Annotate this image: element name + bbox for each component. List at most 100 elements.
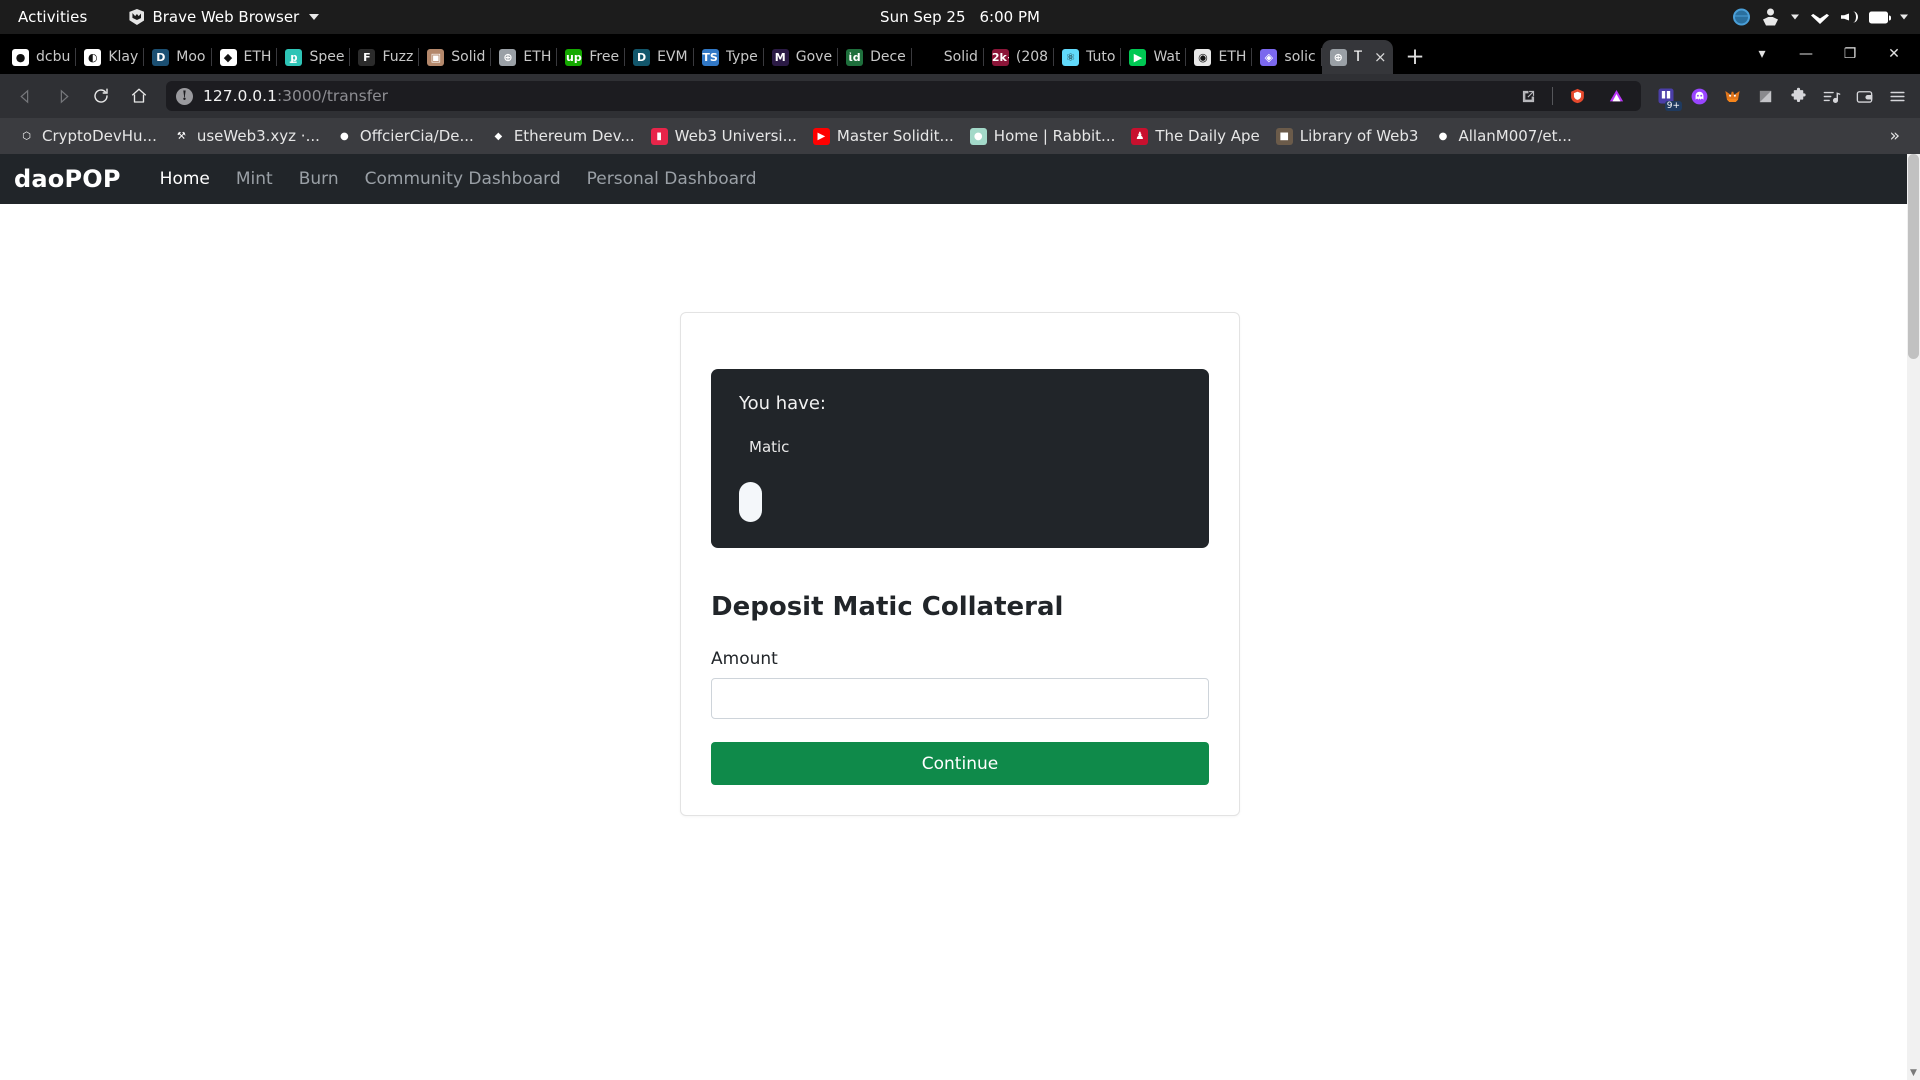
- app-navbar: daoPOP Home Mint Burn Community Dashboard Pe…: [0, 154, 1920, 204]
- chevron-down-icon[interactable]: [1791, 14, 1799, 20]
- minimize-button[interactable]: —: [1784, 34, 1828, 74]
- browser-tab[interactable]: ◉ ETH: [1186, 40, 1253, 74]
- brave-wallet-icon[interactable]: [1849, 81, 1879, 111]
- browser-tab[interactable]: ἰd Dece: [838, 40, 912, 74]
- bookmarks-bar: ⬡ CryptoDevHu... ⚒ useWeb3.xyz ·... ● Offcier…: [0, 118, 1920, 154]
- system-tray[interactable]: [1733, 8, 1908, 26]
- page-viewport: daoPOP Home Mint Burn Community Dashboard Pe…: [0, 154, 1920, 1080]
- browser-tab-active[interactable]: ⊕ T ×: [1321, 40, 1394, 74]
- brave-rewards-icon[interactable]: [1601, 81, 1631, 111]
- maximize-button[interactable]: ❐: [1828, 34, 1872, 74]
- amount-input[interactable]: [711, 678, 1209, 719]
- browser-tab[interactable]: D Moo: [144, 40, 212, 74]
- klaytn-icon: ◐: [84, 48, 102, 66]
- tab-title: Fuzz: [382, 49, 414, 65]
- blank-extension-icon[interactable]: [1750, 81, 1780, 111]
- bookmark-item[interactable]: ■ Library of Web3: [1268, 124, 1427, 148]
- scroll-down-arrow[interactable]: ▼: [1907, 1067, 1920, 1080]
- browser-tab[interactable]: ▶ Wat: [1121, 40, 1187, 74]
- nav-link-mint[interactable]: Mint: [223, 169, 286, 189]
- tab-title: Gove: [795, 49, 833, 65]
- close-window-button[interactable]: ✕: [1872, 34, 1916, 74]
- browser-tab[interactable]: M Gove: [764, 40, 839, 74]
- nav-link-personal-dashboard[interactable]: Personal Dashboard: [574, 169, 770, 189]
- browser-tab[interactable]: TS Type: [694, 40, 764, 74]
- browser-tab[interactable]: ◈ solic: [1252, 40, 1322, 74]
- volume-icon[interactable]: [1841, 10, 1858, 25]
- browser-tab[interactable]: D EVM: [625, 40, 694, 74]
- site-info-icon[interactable]: !: [176, 87, 193, 105]
- bookmark-item[interactable]: ▮ Web3 Universi...: [643, 124, 805, 148]
- bookmark-item[interactable]: ● Home | Rabbit...: [962, 124, 1124, 148]
- bookmark-item[interactable]: ♟ The Daily Ape: [1123, 124, 1267, 148]
- web3university-icon: ▮: [650, 127, 668, 145]
- bookmark-item[interactable]: ▶ Master Solidit...: [805, 124, 962, 148]
- close-tab-icon[interactable]: ×: [1371, 48, 1389, 66]
- browser-tab[interactable]: ⊕ ETH: [491, 40, 558, 74]
- browser-tab[interactable]: ◐ Klay: [76, 40, 145, 74]
- browser-tab[interactable]: ● dcbu: [4, 40, 77, 74]
- clock[interactable]: Sun Sep 25 6:00 PM: [880, 8, 1040, 26]
- playlist-icon[interactable]: [1816, 81, 1846, 111]
- rainbow-icon: ◉: [1194, 48, 1212, 66]
- extensions-puzzle-icon[interactable]: [1783, 81, 1813, 111]
- brave-shields-icon[interactable]: [1562, 81, 1592, 111]
- blank-icon: [919, 48, 937, 66]
- reload-icon[interactable]: [84, 81, 118, 111]
- continue-button[interactable]: Continue: [711, 742, 1209, 785]
- tab-title: ETH: [1218, 49, 1247, 65]
- browser-tab[interactable]: ◆ ETH: [212, 40, 278, 74]
- user-icon[interactable]: [1762, 8, 1779, 26]
- battery-icon[interactable]: [1869, 11, 1891, 23]
- browser-tab[interactable]: ▣ Solid: [419, 40, 492, 74]
- earth-icon: ἰd: [846, 48, 864, 66]
- url-host: 127.0.0.1: [203, 87, 277, 105]
- nav-link-home[interactable]: Home: [147, 169, 223, 189]
- chevron-down-icon[interactable]: [1900, 14, 1908, 20]
- wifi-icon[interactable]: [1811, 10, 1829, 24]
- bookmark-item[interactable]: ⬡ CryptoDevHu...: [10, 124, 165, 148]
- nav-link-community-dashboard[interactable]: Community Dashboard: [352, 169, 574, 189]
- bookmark-label: CryptoDevHu...: [42, 127, 157, 145]
- new-tab-button[interactable]: +: [1393, 40, 1436, 74]
- bookmark-item[interactable]: ● AllanM007/et...: [1426, 124, 1579, 148]
- browser-tab[interactable]: ⚛ Tuto: [1054, 40, 1122, 74]
- metamask-icon[interactable]: [1717, 81, 1747, 111]
- globe-grey-icon: ⊕: [499, 48, 517, 66]
- browser-tab[interactable]: F Fuzz: [350, 40, 420, 74]
- bookmark-item[interactable]: ● OffcierCia/De...: [328, 124, 482, 148]
- ghost-wallet-icon[interactable]: [1684, 81, 1714, 111]
- desktop-top-bar: Activities Brave Web Browser Sun Sep 25 …: [0, 0, 1920, 34]
- tab-search-button[interactable]: ▾: [1740, 34, 1784, 74]
- open-external-icon[interactable]: [1513, 81, 1543, 111]
- menu-icon[interactable]: [1882, 81, 1912, 111]
- balance-panel: You have: Matic: [711, 369, 1209, 548]
- app-brand[interactable]: daoPOP: [14, 165, 121, 193]
- bookmark-label: AllanM007/et...: [1458, 127, 1572, 145]
- tab-title: Moo: [176, 49, 206, 65]
- back-icon[interactable]: [8, 81, 42, 111]
- browser-tab[interactable]: up Free: [557, 40, 625, 74]
- browser-tab[interactable]: Solid: [912, 40, 984, 74]
- scrollbar-thumb[interactable]: [1908, 154, 1919, 359]
- reading-list-icon[interactable]: 9+: [1651, 81, 1682, 111]
- forward-icon[interactable]: [46, 81, 80, 111]
- address-bar[interactable]: ! 127.0.0.1:3000/transfer: [166, 81, 1641, 111]
- activities-button[interactable]: Activities: [18, 8, 87, 26]
- bookmarks-overflow-button[interactable]: »: [1880, 126, 1910, 146]
- fuzz-icon: F: [358, 48, 376, 66]
- globe-icon[interactable]: [1733, 8, 1750, 26]
- active-app-menu[interactable]: Brave Web Browser: [129, 8, 320, 26]
- balance-toggle[interactable]: [739, 482, 762, 522]
- page-scrollbar[interactable]: ▲ ▼: [1907, 154, 1920, 1080]
- typescript-icon: TS: [701, 48, 719, 66]
- tab-title: Solid: [943, 49, 978, 65]
- nav-link-burn[interactable]: Burn: [286, 169, 352, 189]
- browser-tab[interactable]: 2k+ (208: [984, 40, 1055, 74]
- upwork-icon: up: [565, 48, 583, 66]
- browser-tab[interactable]: ք Spee: [277, 40, 351, 74]
- home-icon[interactable]: [122, 81, 156, 111]
- bookmark-item[interactable]: ⚒ useWeb3.xyz ·...: [165, 124, 328, 148]
- bookmark-item[interactable]: ◆ Ethereum Dev...: [482, 124, 643, 148]
- tab-title: Wat: [1153, 49, 1181, 65]
